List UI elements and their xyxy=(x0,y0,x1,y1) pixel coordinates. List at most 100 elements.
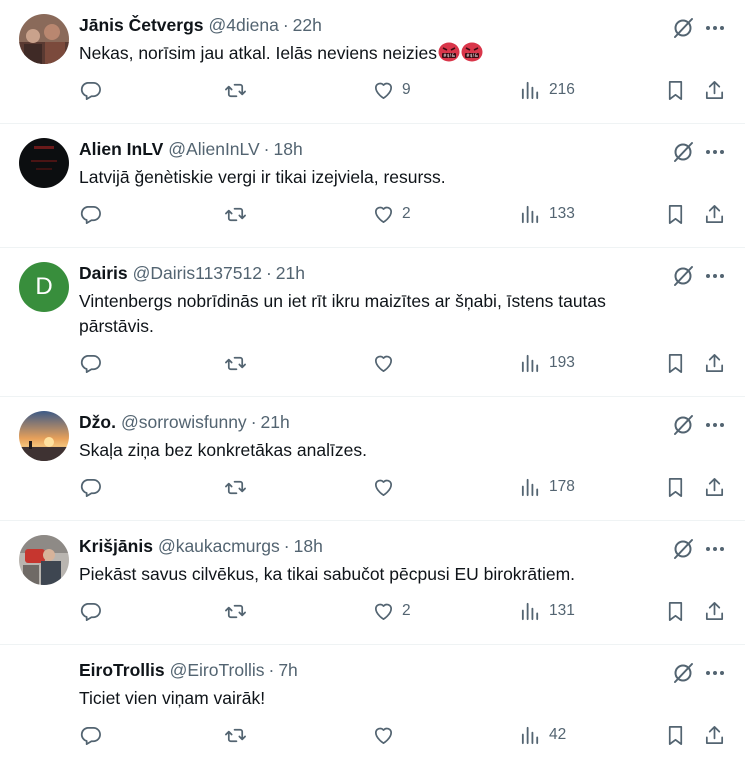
replies-feed: Jānis Četvergs @4diena · 22h Nekas, norī… xyxy=(0,0,745,765)
angry-face-symbols-icon: #$!& xyxy=(461,42,483,62)
reply-button[interactable] xyxy=(79,202,109,226)
more-icon[interactable] xyxy=(703,140,727,164)
tweet-actions: 178 xyxy=(79,475,729,519)
like-button[interactable]: 2 xyxy=(372,599,411,623)
share-button[interactable] xyxy=(703,351,726,375)
like-button[interactable] xyxy=(372,475,402,499)
like-count: 9 xyxy=(402,81,411,98)
tweet-header: Krišjānis @kaukacmurgs · 18h xyxy=(79,533,729,559)
views-button[interactable]: 216 xyxy=(519,78,575,102)
timestamp[interactable]: 7h xyxy=(278,660,297,681)
retweet-button[interactable] xyxy=(224,723,254,747)
bookmark-button[interactable] xyxy=(664,599,687,623)
reply-icon xyxy=(80,726,101,745)
like-button[interactable]: 9 xyxy=(372,78,411,102)
like-button[interactable]: 2 xyxy=(372,202,411,226)
like-button[interactable] xyxy=(372,723,402,747)
share-button[interactable] xyxy=(703,202,726,226)
share-button[interactable] xyxy=(703,78,726,102)
retweet-icon xyxy=(225,604,246,618)
tweet[interactable]: D Dairis @Dairis1137512 · 21h Vintenberg… xyxy=(0,248,745,397)
share-icon xyxy=(705,204,724,223)
more-icon[interactable] xyxy=(703,537,727,561)
grok-icon[interactable] xyxy=(671,661,695,685)
grok-icon[interactable] xyxy=(671,140,695,164)
share-button[interactable] xyxy=(703,599,726,623)
reply-button[interactable] xyxy=(79,78,109,102)
views-button[interactable]: 193 xyxy=(519,351,575,375)
share-icon xyxy=(705,353,724,372)
heart-icon xyxy=(374,206,393,223)
avatar[interactable]: D xyxy=(19,262,69,312)
avatar-letter: D xyxy=(35,273,53,300)
timestamp[interactable]: 18h xyxy=(294,536,323,557)
grok-icon[interactable] xyxy=(671,16,695,40)
separator: · xyxy=(283,535,290,556)
retweet-button[interactable] xyxy=(224,599,254,623)
bookmark-button[interactable] xyxy=(664,723,687,747)
author-name[interactable]: Jānis Četvergs xyxy=(79,15,204,36)
share-button[interactable] xyxy=(703,475,726,499)
reply-icon xyxy=(80,205,101,224)
separator: · xyxy=(250,411,257,432)
timestamp[interactable]: 22h xyxy=(293,15,322,36)
grok-icon[interactable] xyxy=(671,264,695,288)
views-icon xyxy=(521,726,539,744)
tweet-actions: 42 xyxy=(79,723,729,766)
reply-button[interactable] xyxy=(79,351,109,375)
views-button[interactable]: 178 xyxy=(519,475,575,499)
tweet[interactable]: EiroTrollis @EiroTrollis · 7h Ticiet vie… xyxy=(0,645,745,765)
avatar[interactable] xyxy=(19,14,69,64)
bookmark-button[interactable] xyxy=(664,78,687,102)
timestamp[interactable]: 18h xyxy=(273,139,302,160)
author-name[interactable]: Alien InLV xyxy=(79,139,163,160)
tweet-header: Džo. @sorrowisfunny · 21h xyxy=(79,409,729,435)
grok-icon[interactable] xyxy=(671,413,695,437)
svg-text:#$!&: #$!& xyxy=(443,53,455,59)
more-icon[interactable] xyxy=(703,264,727,288)
avatar[interactable] xyxy=(19,411,69,461)
views-button[interactable]: 131 xyxy=(519,599,575,623)
author-handle[interactable]: @AlienInLV xyxy=(168,139,259,160)
bookmark-button[interactable] xyxy=(664,202,687,226)
views-button[interactable]: 133 xyxy=(519,202,575,226)
author-name[interactable]: Krišjānis xyxy=(79,536,153,557)
retweet-button[interactable] xyxy=(224,78,254,102)
tweet[interactable]: Krišjānis @kaukacmurgs · 18h Piekāst sav… xyxy=(0,521,745,645)
tweet[interactable]: Džo. @sorrowisfunny · 21h Skaļa ziņa bez… xyxy=(0,397,745,521)
author-name[interactable]: EiroTrollis xyxy=(79,660,165,681)
more-icon[interactable] xyxy=(703,16,727,40)
timestamp[interactable]: 21h xyxy=(276,263,305,284)
retweet-button[interactable] xyxy=(224,202,254,226)
author-name[interactable]: Dairis xyxy=(79,263,128,284)
more-icon[interactable] xyxy=(703,413,727,437)
reply-button[interactable] xyxy=(79,723,109,747)
author-handle[interactable]: @EiroTrollis xyxy=(170,660,265,681)
timestamp[interactable]: 21h xyxy=(261,412,290,433)
grok-icon[interactable] xyxy=(671,537,695,561)
tweet-text: Latvijā ğenètiskie vergi ir tikai izejvi… xyxy=(79,167,446,187)
like-button[interactable] xyxy=(372,351,402,375)
retweet-button[interactable] xyxy=(224,475,254,499)
share-button[interactable] xyxy=(703,723,726,747)
retweet-icon xyxy=(225,207,246,221)
author-name[interactable]: Džo. xyxy=(79,412,116,433)
author-handle[interactable]: @4diena xyxy=(209,15,279,36)
more-icon[interactable] xyxy=(703,661,727,685)
reply-button[interactable] xyxy=(79,599,109,623)
tweet[interactable]: Alien InLV @AlienInLV · 18h Latvijā ğenè… xyxy=(0,124,745,248)
author-handle[interactable]: @kaukacmurgs xyxy=(158,536,280,557)
avatar[interactable] xyxy=(19,535,69,585)
views-button[interactable]: 42 xyxy=(519,723,566,747)
tweet-header: Jānis Četvergs @4diena · 22h xyxy=(79,12,729,38)
avatar[interactable] xyxy=(19,138,69,188)
tweet-text-body: Nekas, norīsim jau atkal. Ielās neviens … xyxy=(79,43,437,63)
reply-button[interactable] xyxy=(79,475,109,499)
bookmark-button[interactable] xyxy=(664,475,687,499)
bookmark-button[interactable] xyxy=(664,351,687,375)
author-handle[interactable]: @sorrowisfunny xyxy=(121,412,247,433)
tweet-actions: 193 xyxy=(79,351,729,395)
author-handle[interactable]: @Dairis1137512 xyxy=(133,263,262,284)
retweet-button[interactable] xyxy=(224,351,254,375)
tweet[interactable]: Jānis Četvergs @4diena · 22h Nekas, norī… xyxy=(0,0,745,124)
